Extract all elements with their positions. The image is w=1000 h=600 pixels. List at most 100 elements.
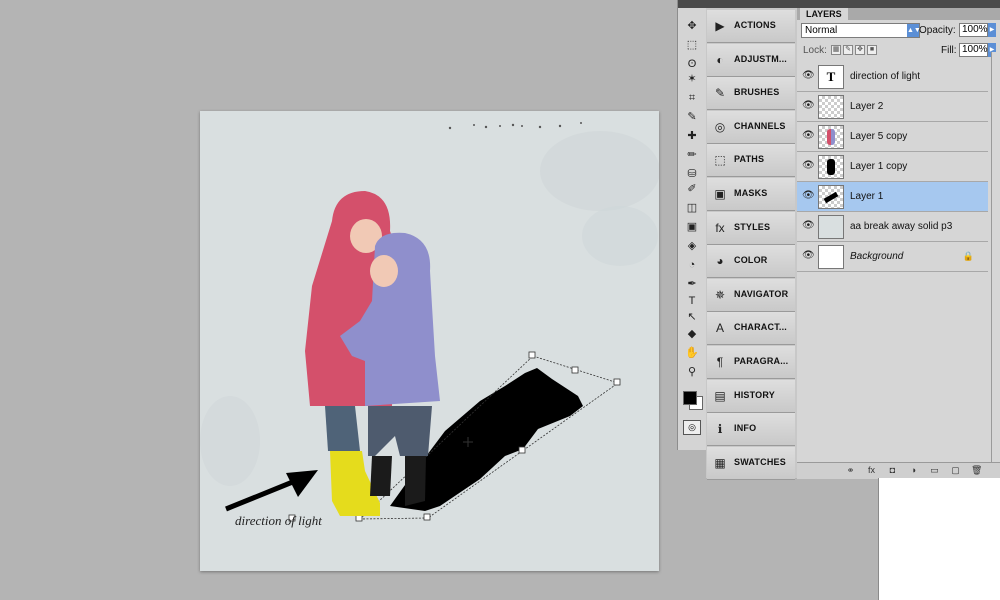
group-icon[interactable]: ▭: [929, 465, 940, 476]
eraser-icon[interactable]: ◫: [682, 200, 702, 216]
document-canvas[interactable]: direction of light: [200, 111, 659, 571]
lock-image-icon[interactable]: ✎: [843, 45, 853, 55]
panel-dock: ▶ ACTIONS ◐ ADJUSTM... ✎ BRUSHES ◎ CHANNELS ⬚ PAT…: [706, 0, 798, 480]
blur-icon[interactable]: ◈: [682, 238, 702, 254]
brush-icon[interactable]: ✏: [682, 147, 702, 163]
eye-icon[interactable]: 👁: [802, 221, 815, 231]
layer-row[interactable]: 👁 Layer 1: [797, 182, 988, 212]
fill-label: Fill:: [941, 45, 957, 56]
layer-thumbnail: [818, 245, 844, 269]
panel-title-bar[interactable]: [797, 0, 1000, 8]
lock-position-icon[interactable]: ✥: [855, 45, 865, 55]
layer-row[interactable]: 👁 Layer 2: [797, 92, 988, 122]
gradient-icon[interactable]: ▣: [682, 219, 702, 235]
zoom-icon[interactable]: ⚲: [682, 364, 702, 380]
dock-item-styles[interactable]: fx STYLES: [707, 211, 795, 245]
new-layer-icon[interactable]: ▢: [950, 465, 961, 476]
dock-item-label: STYLES: [734, 221, 771, 232]
dock-item-label: COLOR: [734, 255, 768, 266]
opacity-label: Opacity:: [919, 25, 956, 36]
dock-item-label: CHARACT...: [734, 322, 787, 333]
tab-layers[interactable]: LAYERS: [800, 8, 848, 20]
quick-mask-icon[interactable]: ◎: [683, 420, 701, 435]
pen-icon[interactable]: ✒: [682, 276, 702, 292]
dock-item-history[interactable]: ▤ HISTORY: [707, 379, 795, 413]
path-select-icon[interactable]: ↖: [682, 309, 702, 325]
actions-icon: ▶: [715, 19, 725, 33]
decorative-dots: [448, 122, 582, 130]
trash-icon[interactable]: 🗑: [971, 465, 982, 476]
layer-row[interactable]: 👁 Layer 1 copy: [797, 152, 988, 182]
lock-all-icon[interactable]: ■: [867, 45, 877, 55]
dock-item-color[interactable]: ◕ COLOR: [707, 245, 795, 279]
eye-icon[interactable]: 👁: [802, 161, 815, 171]
type-icon[interactable]: T: [682, 293, 702, 309]
fx-icon[interactable]: fx: [866, 465, 877, 476]
eye-icon[interactable]: 👁: [802, 101, 815, 111]
paint-stain: [200, 396, 260, 486]
hand-icon[interactable]: ✋: [682, 345, 702, 361]
brushes-icon: ✎: [714, 86, 726, 101]
layers-scrollbar[interactable]: [991, 52, 1000, 462]
crop-icon[interactable]: ⌗: [682, 90, 702, 106]
panel-title-bar[interactable]: [678, 0, 706, 8]
dock-item-adjustments[interactable]: ◐ ADJUSTM...: [707, 43, 795, 77]
link-icon[interactable]: ⚭: [845, 465, 856, 476]
info-icon: ℹ: [717, 422, 723, 437]
dodge-icon[interactable]: ◔: [682, 257, 702, 273]
layer-name: Background: [850, 251, 904, 262]
layer-row[interactable]: 👁 aa break away solid p3: [797, 212, 988, 242]
adjustment-icon[interactable]: ◑: [908, 465, 919, 476]
layer-name: Layer 5 copy: [850, 131, 908, 142]
marquee-icon[interactable]: ⬚: [682, 37, 702, 53]
layer-thumbnail: T: [818, 65, 844, 89]
dock-item-label: SWATCHES: [734, 456, 786, 467]
shape-icon[interactable]: ◆: [682, 326, 702, 342]
layer-name: aa break away solid p3: [850, 221, 953, 232]
eyedropper-icon[interactable]: ✎: [682, 109, 702, 125]
panel-title-bar[interactable]: [706, 0, 797, 8]
dock-item-brushes[interactable]: ✎ BRUSHES: [707, 77, 795, 111]
character-icon: A: [715, 321, 724, 336]
healing-icon[interactable]: ✚: [682, 128, 702, 144]
channels-icon: ◎: [714, 119, 726, 134]
dock-item-swatches[interactable]: ▦ SWATCHES: [707, 446, 795, 480]
layers-panel: LAYERS Normal ▲▼ Opacity: 100% ▶ Lock: ▦…: [797, 0, 1000, 478]
layer-row[interactable]: 👁 Layer 5 copy: [797, 122, 988, 152]
layer-name: Layer 1: [850, 191, 884, 202]
history-icon: ▤: [714, 388, 726, 403]
dock-item-label: PATHS: [734, 154, 765, 165]
dock-item-paths[interactable]: ⬚ PATHS: [707, 144, 795, 178]
opacity-field[interactable]: 100%: [959, 23, 988, 37]
eye-icon[interactable]: 👁: [802, 251, 815, 261]
dock-item-info[interactable]: ℹ INFO: [707, 413, 795, 447]
layer-row[interactable]: 👁 Background 🔒: [797, 242, 988, 272]
adjustments-icon: ◐: [716, 52, 724, 67]
dock-item-channels[interactable]: ◎ CHANNELS: [707, 110, 795, 144]
fill-field[interactable]: 100%: [959, 43, 988, 57]
eye-icon[interactable]: 👁: [802, 191, 815, 201]
history-brush-icon[interactable]: ✐: [682, 181, 702, 197]
magic-wand-icon[interactable]: ✶: [682, 71, 702, 87]
layer-row[interactable]: 👁 Tdirection of light: [797, 62, 988, 92]
dock-item-label: MASKS: [734, 188, 768, 198]
layer-name: Layer 2: [850, 101, 884, 112]
dock-item-actions[interactable]: ▶ ACTIONS: [707, 10, 795, 43]
eye-icon[interactable]: 👁: [802, 71, 815, 81]
dock-item-label: CHANNELS: [734, 120, 786, 131]
dock-item-navigator[interactable]: ✵ NAVIGATOR: [707, 278, 795, 312]
opacity-slider-toggle[interactable]: ▶: [988, 23, 996, 37]
clone-stamp-icon[interactable]: ⛁: [682, 166, 702, 182]
mask-icon[interactable]: ◘: [887, 465, 898, 476]
foreground-color-swatch[interactable]: [683, 391, 697, 405]
eye-icon[interactable]: 👁: [802, 131, 815, 141]
lock-transparent-icon[interactable]: ▦: [831, 45, 841, 55]
dock-item-masks[interactable]: ▣ MASKS: [707, 178, 795, 211]
blend-mode-value: Normal: [805, 25, 838, 36]
dock-item-character[interactable]: A CHARACT...: [707, 312, 795, 346]
color-icon: ◕: [716, 254, 724, 269]
blend-mode-select[interactable]: Normal ▲▼: [801, 23, 921, 38]
lasso-icon[interactable]: ʘ: [682, 56, 702, 72]
move-icon[interactable]: ✥: [682, 18, 702, 34]
dock-item-paragraph[interactable]: ¶ PARAGRA...: [707, 346, 795, 379]
